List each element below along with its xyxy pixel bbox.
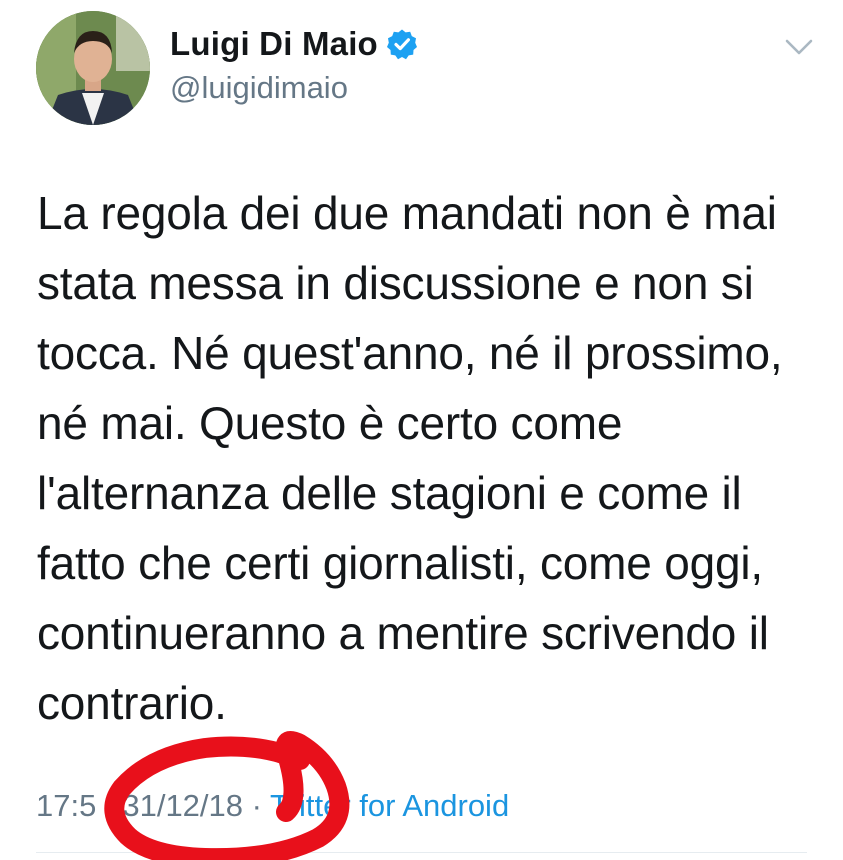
tweet-meta: 17:5 31/12/18 · Titter for Android xyxy=(36,784,509,828)
profile-photo xyxy=(36,11,150,125)
tweet-source-prefix[interactable]: T xyxy=(270,788,289,823)
avatar[interactable] xyxy=(36,11,150,125)
author-row: Luigi Di Maio xyxy=(170,24,418,64)
author-handle[interactable]: @luigidimaio xyxy=(170,68,348,108)
chevron-down-icon[interactable] xyxy=(784,36,814,58)
divider xyxy=(36,852,807,853)
tweet-time[interactable]: 17:5 xyxy=(36,788,96,823)
verified-badge-icon xyxy=(386,28,418,60)
tweet-text: La regola dei due mandati non è mai stat… xyxy=(37,187,783,729)
author-display-name[interactable]: Luigi Di Maio xyxy=(170,24,378,64)
meta-separator: · xyxy=(251,788,262,823)
tweet-source[interactable]: itter for Android xyxy=(299,788,509,823)
tweet-card: Luigi Di Maio @luigidimaio La regola dei… xyxy=(0,0,843,860)
tweet-date[interactable]: 31/12/18 xyxy=(122,788,243,823)
